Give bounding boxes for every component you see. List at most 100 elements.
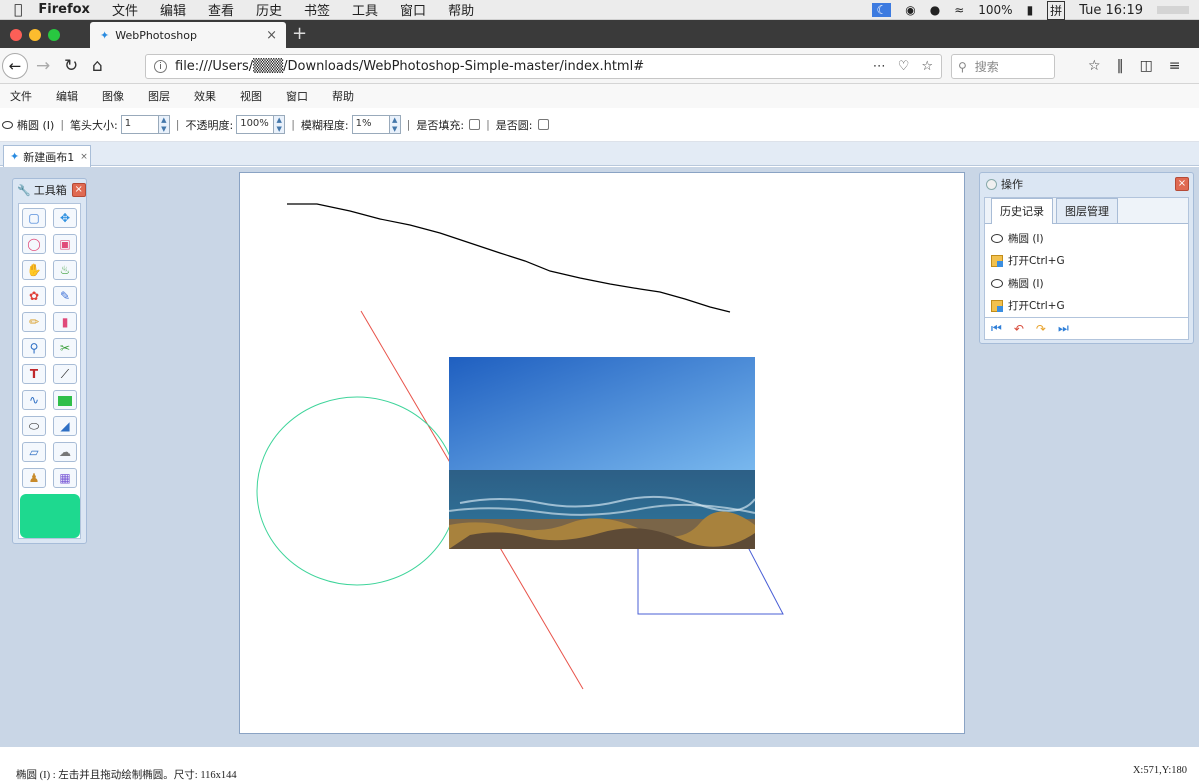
document-tab-close-icon[interactable]: ×: [80, 152, 88, 162]
redo-icon[interactable]: ↷: [1036, 322, 1046, 336]
window-zoom-button[interactable]: [48, 29, 60, 41]
user-name-redacted[interactable]: [1157, 6, 1189, 14]
line-icon[interactable]: ⟋: [53, 364, 77, 384]
operations-header[interactable]: 操作 ×: [980, 173, 1193, 195]
url-bar[interactable]: i file:///Users/▒▒▒/Downloads/WebPhotosh…: [145, 54, 942, 79]
menu-bookmarks[interactable]: 书签: [304, 0, 330, 19]
bucket-icon[interactable]: ♨: [53, 260, 77, 280]
menu-history[interactable]: 历史: [256, 0, 282, 19]
wechat-icon[interactable]: ◉: [905, 3, 915, 17]
zoom-icon[interactable]: ⚲: [22, 338, 46, 358]
app-menu-window[interactable]: 窗口: [286, 88, 308, 104]
pencil-icon[interactable]: ✏: [22, 312, 46, 332]
search-input[interactable]: ⚲ 搜索: [951, 54, 1055, 79]
last-icon[interactable]: ⏭: [1058, 321, 1069, 336]
reload-button[interactable]: ↻: [64, 54, 78, 78]
back-button[interactable]: ←: [2, 53, 28, 79]
clock[interactable]: Tue 16:19: [1079, 3, 1143, 18]
stepper-arrows-icon[interactable]: ▲ ▼: [388, 116, 400, 133]
tab-history[interactable]: 历史记录: [991, 198, 1053, 224]
undo-icon[interactable]: ↶: [1014, 322, 1024, 336]
history-item[interactable]: 打开Ctrl+G: [985, 295, 1188, 318]
brush-icon[interactable]: ✎: [53, 286, 77, 306]
palette-icon[interactable]: ▦: [53, 468, 77, 488]
search-icon: ⚲: [958, 59, 967, 74]
menu-file[interactable]: 文件: [112, 0, 138, 19]
window-minimize-button[interactable]: [29, 29, 41, 41]
history-item[interactable]: 椭圆 (I): [985, 227, 1188, 250]
magic-select-icon[interactable]: ▣: [53, 234, 77, 254]
input-method-icon[interactable]: 拼: [1047, 0, 1066, 20]
menu-help[interactable]: 帮助: [448, 0, 474, 19]
downloads-icon[interactable]: ☆: [1088, 54, 1101, 78]
hamburger-menu-icon[interactable]: ≡: [1169, 54, 1181, 78]
document-tab[interactable]: ✦ 新建画布1 ×: [3, 145, 91, 167]
curve-icon[interactable]: ∿: [22, 390, 46, 410]
app-menu-edit[interactable]: 编辑: [56, 88, 78, 104]
page-actions-icon[interactable]: ⋯: [873, 59, 886, 74]
gradient-icon[interactable]: [53, 390, 77, 410]
polygon-icon[interactable]: ▱: [22, 442, 46, 462]
battery-icon[interactable]: ▮: [1027, 3, 1034, 17]
app-menu-effects[interactable]: 效果: [194, 88, 216, 104]
app-menu-layer[interactable]: 图层: [148, 88, 170, 104]
canvas-drawing[interactable]: [240, 173, 964, 733]
menu-tools[interactable]: 工具: [352, 0, 378, 19]
stepper-arrows-icon[interactable]: ▲ ▼: [157, 116, 169, 133]
app-menu-file[interactable]: 文件: [10, 88, 32, 104]
blob-icon[interactable]: ☁: [53, 442, 77, 462]
drawing-canvas[interactable]: [239, 172, 965, 734]
fill-checkbox[interactable]: [469, 119, 481, 130]
color-wheel-icon[interactable]: ✿: [22, 286, 46, 306]
moon-icon[interactable]: ☾: [872, 3, 892, 17]
sidebar-icon[interactable]: ◫: [1140, 54, 1153, 78]
blur-stepper[interactable]: 1% ▲ ▼: [351, 115, 401, 134]
toolbox-header[interactable]: 🔧 工具箱 ×: [13, 179, 86, 201]
browser-tab[interactable]: ✦ WebPhotoshop ×: [90, 22, 286, 48]
hand-icon[interactable]: ✋: [22, 260, 46, 280]
apple-icon[interactable]: : [14, 2, 22, 18]
app-menu-view[interactable]: 视图: [240, 88, 262, 104]
library-icon[interactable]: ‖: [1117, 54, 1124, 78]
blur-value[interactable]: 1%: [353, 116, 389, 133]
scissors-icon[interactable]: ✂: [53, 338, 77, 358]
toolbox-close-icon[interactable]: ×: [71, 183, 86, 197]
move-icon[interactable]: ✥: [53, 208, 77, 228]
lasso-icon[interactable]: ◯: [22, 234, 46, 254]
tab-layers[interactable]: 图层管理: [1056, 198, 1118, 223]
triangle-icon[interactable]: ◢: [53, 416, 77, 436]
wifi-icon[interactable]: ≈: [954, 3, 964, 17]
bookmark-star-icon[interactable]: ☆: [921, 59, 933, 74]
history-item[interactable]: 打开Ctrl+G: [985, 250, 1188, 273]
ellipse-icon[interactable]: ⬭: [22, 416, 46, 436]
url-text[interactable]: file:///Users/▒▒▒/Downloads/WebPhotoshop…: [175, 59, 644, 74]
menu-edit[interactable]: 编辑: [160, 0, 186, 19]
text-icon[interactable]: T: [22, 364, 46, 384]
opacity-stepper[interactable]: 100% ▲ ▼: [236, 115, 286, 134]
app-menu-help[interactable]: 帮助: [332, 88, 354, 104]
brush-size-value[interactable]: 1: [122, 116, 158, 133]
home-button[interactable]: ⌂: [92, 54, 103, 78]
window-close-button[interactable]: [10, 29, 22, 41]
menu-app-firefox[interactable]: Firefox: [38, 2, 90, 17]
info-icon[interactable]: i: [154, 60, 167, 73]
first-icon[interactable]: ⏮: [991, 321, 1002, 336]
stamp-icon[interactable]: ♟: [22, 468, 46, 488]
pocket-icon[interactable]: ♡: [898, 59, 910, 74]
stepper-arrows-icon[interactable]: ▲ ▼: [273, 116, 285, 133]
menu-window[interactable]: 窗口: [400, 0, 426, 19]
app-menu-image[interactable]: 图像: [102, 88, 124, 104]
rect-select-icon[interactable]: ▢: [22, 208, 46, 228]
brush-size-stepper[interactable]: 1 ▲ ▼: [120, 115, 170, 134]
tab-close-icon[interactable]: ×: [266, 28, 277, 43]
history-item[interactable]: 椭圆 (I): [985, 272, 1188, 295]
opacity-value[interactable]: 100%: [237, 116, 273, 133]
current-color-swatch[interactable]: [20, 494, 80, 538]
new-tab-button[interactable]: +: [292, 22, 310, 46]
forward-button[interactable]: →: [36, 54, 50, 78]
circle-checkbox[interactable]: [537, 119, 549, 130]
operations-close-icon[interactable]: ×: [1175, 177, 1189, 191]
menu-view[interactable]: 查看: [208, 0, 234, 19]
eraser-icon[interactable]: ▮: [53, 312, 77, 332]
shield-icon[interactable]: ●: [930, 3, 940, 17]
